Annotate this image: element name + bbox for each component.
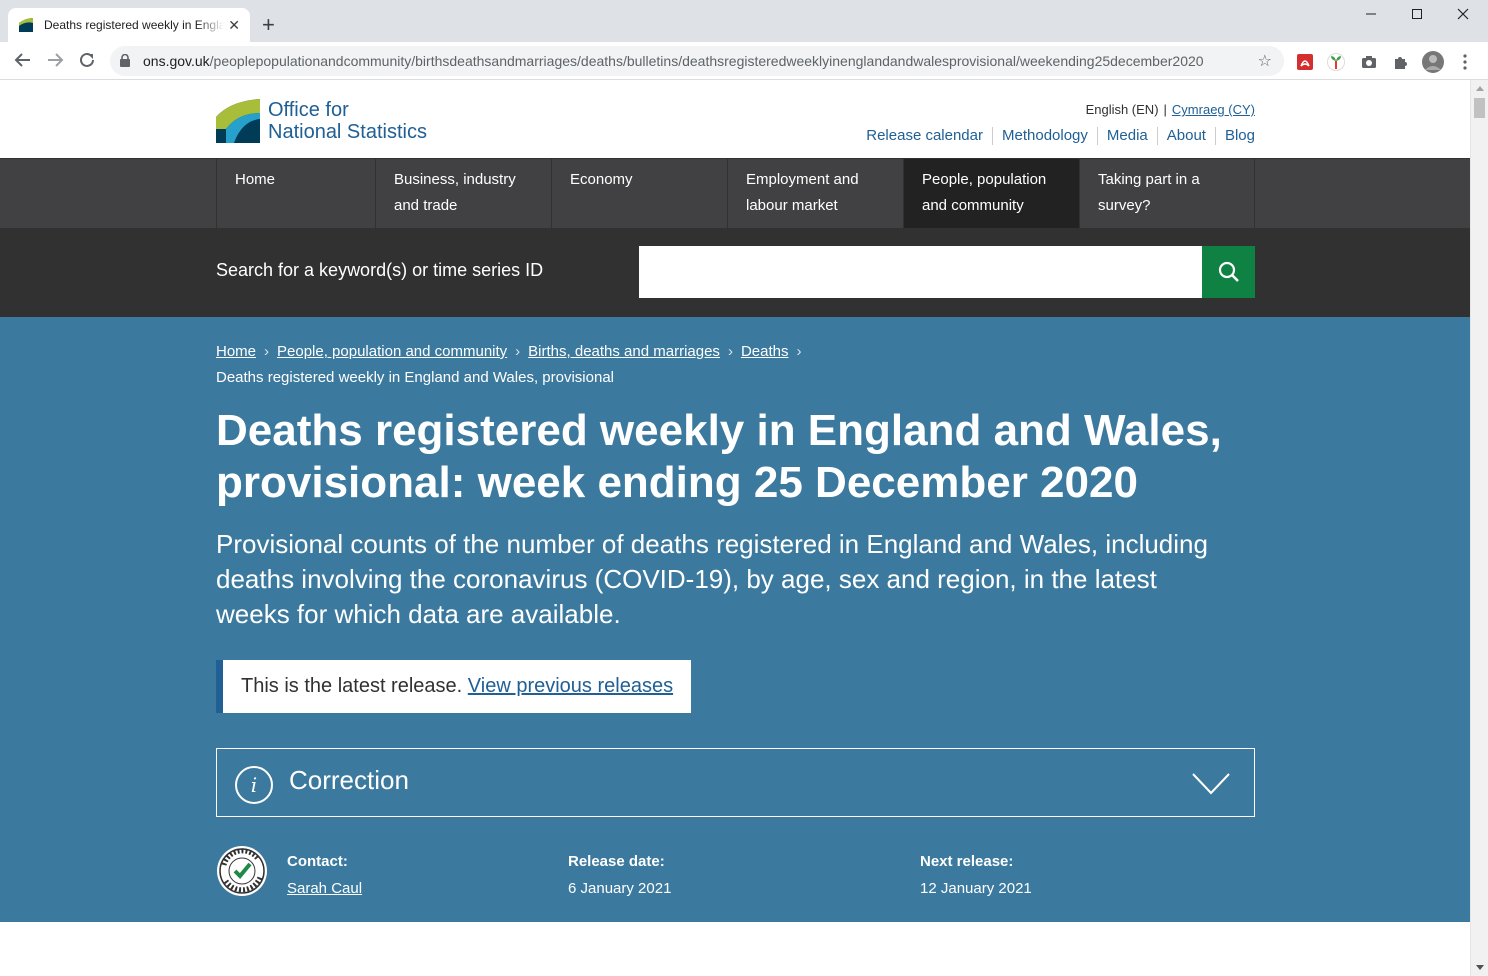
minimize-icon[interactable] (1348, 4, 1394, 26)
tab-close-icon[interactable]: ✕ (228, 17, 240, 33)
language-current: English (EN) (1085, 102, 1159, 117)
breadcrumb-home[interactable]: Home (216, 343, 256, 360)
ons-logo[interactable]: Office for National Statistics (216, 98, 456, 144)
back-icon[interactable] (13, 51, 33, 71)
about-link[interactable]: About (1156, 127, 1215, 145)
address-bar[interactable]: ons.gov.uk/peoplepopulationandcommunity/… (110, 46, 1284, 76)
nav-item-survey[interactable]: Taking part in a survey? (1080, 159, 1255, 228)
chevron-right-icon: › (727, 343, 733, 360)
contact-meta: Contact: Sarah Caul (287, 848, 362, 902)
new-tab-button[interactable]: + (262, 14, 275, 36)
reload-icon[interactable] (77, 51, 97, 71)
search-bar: Search for a keyword(s) or time series I… (0, 228, 1470, 317)
profile-avatar-icon[interactable] (1422, 51, 1444, 73)
close-window-icon[interactable] (1440, 4, 1486, 26)
lock-icon (120, 54, 130, 67)
chevron-right-icon: › (796, 343, 802, 360)
browser-menu-icon[interactable] (1458, 53, 1472, 71)
release-date-meta: Release date: 6 January 2021 (568, 848, 671, 902)
release-date-value: 6 January 2021 (568, 880, 672, 897)
next-release-value: 12 January 2021 (920, 880, 1032, 897)
search-label: Search for a keyword(s) or time series I… (216, 260, 544, 280)
nav-item-employment[interactable]: Employment and labour market (728, 159, 904, 228)
breadcrumb-deaths[interactable]: Deaths (741, 343, 789, 360)
tab-title: Deaths registered weekly in England and … (44, 18, 224, 32)
browser-toolbar: ons.gov.uk/peoplepopulationandcommunity/… (0, 42, 1488, 80)
language-switcher: English (EN) | Cymraeg (CY) (1086, 102, 1255, 117)
nav-item-home[interactable]: Home (217, 159, 376, 228)
latest-release-text: This is the latest release. (241, 675, 463, 697)
plant-extension-icon[interactable] (1327, 53, 1345, 71)
release-date-label: Release date: (568, 853, 665, 870)
page-title: Deaths registered weekly in England and … (216, 405, 1256, 509)
breadcrumb-births[interactable]: Births, deaths and marriages (528, 343, 720, 360)
correction-title: Correction (289, 765, 409, 795)
next-release-meta: Next release: 12 January 2021 (920, 848, 1032, 902)
site-header: Office for National Statistics English (… (0, 80, 1470, 158)
contact-label: Contact: (287, 853, 348, 870)
scroll-up-icon[interactable] (1476, 86, 1484, 91)
browser-titlebar: Deaths registered weekly in England and … (0, 0, 1488, 42)
view-previous-releases-link[interactable]: View previous releases (468, 675, 673, 697)
forward-icon[interactable] (45, 51, 65, 71)
extensions-puzzle-icon[interactable] (1392, 53, 1410, 71)
language-separator: | (1163, 102, 1167, 117)
page-scrollbar[interactable] (1470, 80, 1488, 976)
search-input[interactable] (639, 246, 1202, 298)
page-title-line-1: Deaths registered weekly in England and … (216, 406, 1222, 455)
chevron-down-icon (1192, 773, 1230, 795)
page-viewport: Office for National Statistics English (… (0, 80, 1470, 976)
breadcrumb-people[interactable]: People, population and community (277, 343, 507, 360)
camera-extension-icon[interactable] (1360, 53, 1378, 71)
pdf-extension-icon[interactable] (1296, 53, 1314, 71)
logo-text: Office for National Statistics (268, 99, 427, 143)
scroll-down-icon[interactable] (1476, 965, 1484, 970)
bookmark-star-icon[interactable]: ☆ (1258, 51, 1272, 71)
info-icon: i (235, 766, 273, 804)
blog-link[interactable]: Blog (1214, 127, 1255, 145)
utility-links: Release calendar Methodology Media About… (857, 127, 1255, 145)
methodology-link[interactable]: Methodology (992, 127, 1097, 145)
breadcrumb: Home › People, population and community › Bi… (216, 339, 809, 391)
breadcrumb-current: Deaths registered weekly in England and … (216, 369, 614, 386)
chevron-right-icon: › (264, 343, 270, 360)
language-welsh-link[interactable]: Cymraeg (CY) (1172, 102, 1255, 117)
scrollbar-thumb[interactable] (1474, 98, 1485, 118)
ons-logo-icon (216, 99, 260, 143)
next-release-label: Next release: (920, 853, 1014, 870)
page-title-line-2: provisional: week ending 25 December 202… (216, 458, 1138, 507)
search-button[interactable] (1202, 246, 1255, 298)
latest-release-notice: This is the latest release. View previou… (216, 660, 692, 713)
correction-accordion[interactable]: i Correction (216, 748, 1255, 817)
media-link[interactable]: Media (1096, 127, 1157, 145)
release-calendar-link[interactable]: Release calendar (857, 127, 992, 145)
url-text: ons.gov.uk/peoplepopulationandcommunity/… (143, 53, 1204, 69)
nav-item-business[interactable]: Business, industry and trade (376, 159, 552, 228)
logo-line-1: Office for (268, 99, 349, 121)
ons-favicon-icon (18, 17, 34, 33)
release-hero: Home › People, population and community › Bi… (0, 317, 1470, 922)
logo-line-2: National Statistics (268, 121, 427, 143)
maximize-icon[interactable] (1394, 4, 1440, 26)
page-body-start (0, 922, 1470, 976)
release-summary: Provisional counts of the number of deat… (216, 529, 1208, 629)
main-navigation: Home Business, industry and trade Economy… (0, 158, 1470, 228)
national-statistics-badge-icon (217, 846, 267, 896)
browser-tab[interactable]: Deaths registered weekly in England and … (8, 8, 250, 42)
contact-link[interactable]: Sarah Caul (287, 880, 362, 897)
chevron-right-icon: › (515, 343, 521, 360)
nav-item-economy[interactable]: Economy (552, 159, 728, 228)
nav-item-people[interactable]: People, population and community (904, 159, 1080, 228)
search-icon (1218, 261, 1239, 282)
